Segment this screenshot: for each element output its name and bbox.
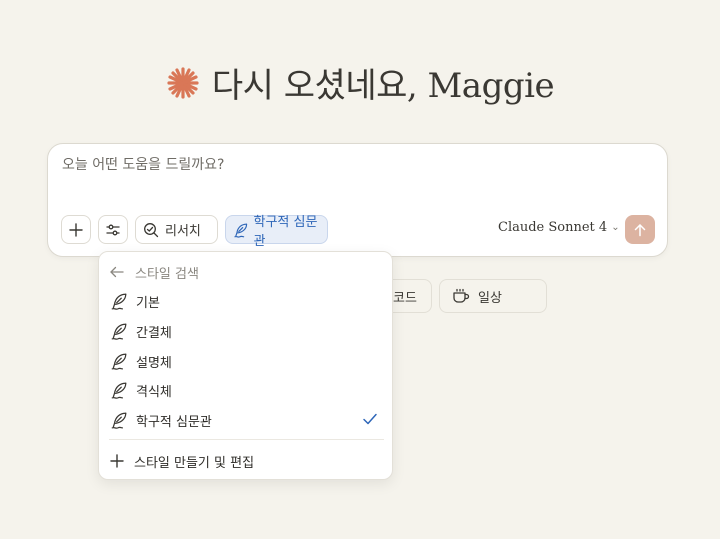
chip-label: 일상: [478, 290, 502, 306]
style-item-label: 학구적 심문관: [136, 414, 212, 430]
style-item-basic[interactable]: 기본: [105, 288, 388, 314]
quill-icon: [111, 353, 127, 370]
quill-icon: [111, 293, 127, 310]
dropdown-divider: [109, 439, 384, 440]
style-item-label: 기본: [136, 295, 160, 311]
quill-icon: [234, 223, 248, 238]
claude-spark-icon: [167, 66, 199, 99]
quill-icon: [111, 382, 127, 399]
style-button[interactable]: 학구적 심문관: [225, 215, 328, 249]
plus-icon: [69, 222, 83, 237]
greeting-text: 다시 오셨네요, Maggie: [211, 66, 555, 106]
add-content-button[interactable]: [61, 215, 91, 244]
style-item-label: 설명체: [136, 355, 172, 371]
prompt-input[interactable]: [62, 157, 642, 173]
model-label: Claude Sonnet 4: [498, 220, 608, 235]
style-dropdown: 스타일 검색 기본 간결체 설명체 격식체 학구적 심문관 스타일 만들기 및 …: [98, 251, 393, 480]
checkmark-icon: [363, 413, 377, 425]
research-button[interactable]: 리서치: [135, 215, 218, 244]
model-selector[interactable]: Claude Sonnet 4 ⌄: [498, 220, 620, 235]
style-label: 학구적 심문관: [253, 214, 318, 249]
research-label: 리서치: [165, 224, 201, 239]
tools-button[interactable]: [98, 215, 128, 244]
quill-icon: [111, 323, 127, 340]
sliders-icon: [106, 224, 120, 235]
style-item-label: 간결체: [136, 325, 172, 341]
chip-daily[interactable]: 일상: [439, 279, 547, 313]
send-button[interactable]: [625, 215, 655, 244]
plus-icon: [110, 454, 124, 468]
arrow-up-icon: [634, 223, 646, 236]
style-search[interactable]: 스타일 검색: [109, 262, 199, 282]
style-item-academic-inquisitor[interactable]: 학구적 심문관: [105, 407, 388, 433]
greeting: 다시 오셨네요, Maggie: [0, 58, 720, 107]
arrow-left-icon[interactable]: [109, 265, 125, 279]
create-edit-style-label: 스타일 만들기 및 편집: [134, 455, 255, 471]
style-item-label: 격식체: [136, 384, 172, 400]
style-item-formal[interactable]: 격식체: [105, 377, 388, 403]
style-item-explanatory[interactable]: 설명체: [105, 348, 388, 374]
prompt-box: 리서치 학구적 심문관 Claude Sonnet 4 ⌄: [47, 143, 668, 257]
create-edit-style-button[interactable]: 스타일 만들기 및 편집: [105, 448, 388, 474]
quill-icon: [111, 412, 127, 429]
style-search-label: 스타일 검색: [135, 266, 199, 282]
chip-label: 코드: [393, 290, 417, 306]
research-icon: [144, 222, 159, 237]
chevron-down-icon: ⌄: [611, 222, 620, 233]
style-item-concise[interactable]: 간결체: [105, 318, 388, 344]
coffee-cup-icon: [453, 288, 470, 303]
